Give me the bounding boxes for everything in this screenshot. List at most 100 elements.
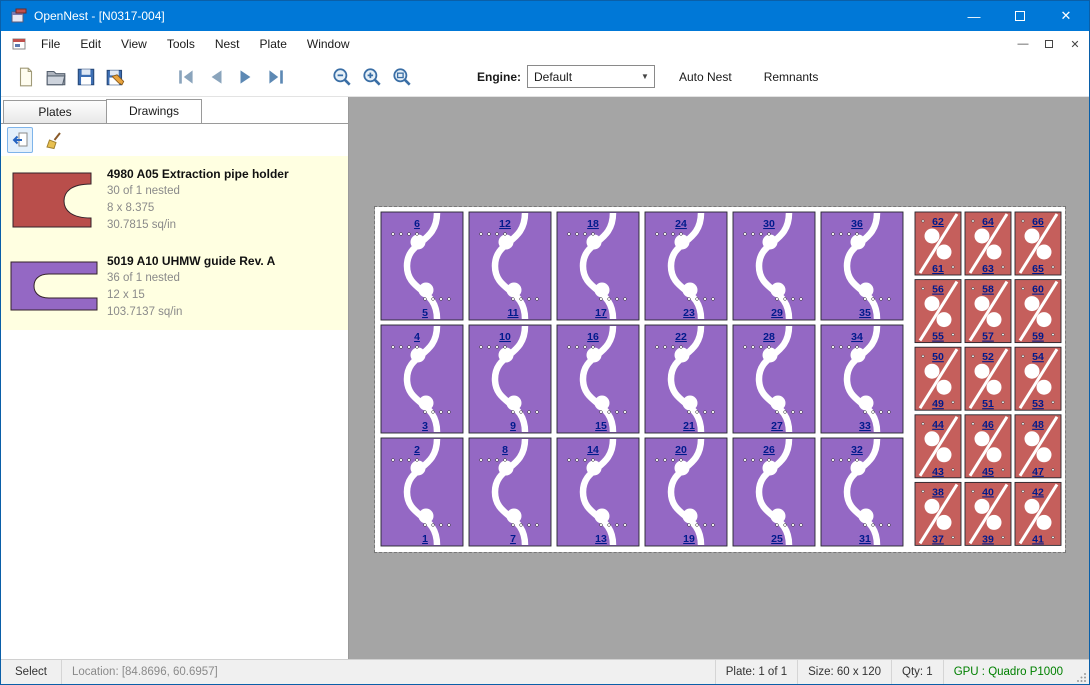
remnants-button[interactable]: Remnants <box>756 66 827 88</box>
nested-part-pair-red[interactable]: 3837 <box>915 482 961 545</box>
drawing-area: 103.7137 sq/in <box>107 304 346 321</box>
last-arrow-icon <box>265 66 287 88</box>
svg-text:5: 5 <box>422 307 428 319</box>
nested-part-pair-red[interactable]: 5049 <box>915 347 961 410</box>
mdi-close-button[interactable]: ✕ <box>1063 34 1087 54</box>
menu-item-tools[interactable]: Tools <box>157 31 205 57</box>
nested-part-pair-purple[interactable]: 3635 <box>821 212 903 320</box>
plate: 6512111817242330293635431091615222128273… <box>375 207 1065 552</box>
svg-text:48: 48 <box>1032 419 1044 431</box>
nested-part-pair-purple[interactable]: 1211 <box>469 212 551 320</box>
save-as-button[interactable] <box>101 62 131 92</box>
svg-text:8: 8 <box>502 444 508 456</box>
svg-text:33: 33 <box>859 420 871 432</box>
zoom-fit-icon <box>391 66 413 88</box>
nested-part-pair-red[interactable]: 4847 <box>1015 415 1061 478</box>
tab-plates[interactable]: Plates <box>3 100 107 123</box>
nested-part-pair-purple[interactable]: 87 <box>469 438 551 546</box>
nested-part-pair-red[interactable]: 5251 <box>965 347 1011 410</box>
nested-part-pair-purple[interactable]: 2625 <box>733 438 815 546</box>
main-toolbar: Engine: Default ▼ Auto Nest Remnants <box>1 57 1089 97</box>
svg-text:7: 7 <box>510 533 516 545</box>
nested-part-pair-red[interactable]: 6463 <box>965 212 1011 275</box>
drawings-tab-page: 4980 A05 Extraction pipe holder30 of 1 n… <box>1 123 348 659</box>
nested-part-pair-purple[interactable]: 1413 <box>557 438 639 546</box>
svg-text:49: 49 <box>932 398 944 410</box>
close-button[interactable]: ✕ <box>1043 1 1089 31</box>
save-icon <box>75 66 97 88</box>
status-gpu: GPU : Quadro P1000 <box>943 660 1073 684</box>
zoom-in-button[interactable] <box>357 62 387 92</box>
engine-select[interactable]: Default ▼ <box>527 65 655 88</box>
nested-part-pair-purple[interactable]: 109 <box>469 325 551 433</box>
svg-text:62: 62 <box>932 216 944 228</box>
drawing-item-0[interactable]: 4980 A05 Extraction pipe holder30 of 1 n… <box>1 156 348 243</box>
svg-text:19: 19 <box>683 533 695 545</box>
save-button[interactable] <box>71 62 101 92</box>
last-plate-button[interactable] <box>261 62 291 92</box>
title-bar[interactable]: OpenNest - [N0317-004] — ✕ <box>1 1 1089 31</box>
nested-part-pair-purple[interactable]: 21 <box>381 438 463 546</box>
main-area: PlatesDrawings <box>1 97 1089 659</box>
drawing-nested-count: 36 of 1 nested <box>107 270 346 287</box>
nested-part-pair-purple[interactable]: 3029 <box>733 212 815 320</box>
svg-text:25: 25 <box>771 533 783 545</box>
menu-item-edit[interactable]: Edit <box>70 31 111 57</box>
nested-part-pair-red[interactable]: 6059 <box>1015 280 1061 343</box>
nested-part-pair-red[interactable]: 4039 <box>965 482 1011 545</box>
svg-text:51: 51 <box>982 398 994 410</box>
drawing-nested-count: 30 of 1 nested <box>107 183 346 200</box>
nested-part-pair-red[interactable]: 4241 <box>1015 482 1061 545</box>
mdi-restore-button[interactable] <box>1037 34 1061 54</box>
menu-item-view[interactable]: View <box>111 31 157 57</box>
maximize-button[interactable] <box>997 1 1043 31</box>
drawing-title: 4980 A05 Extraction pipe holder <box>107 166 346 183</box>
nested-part-pair-purple[interactable]: 2221 <box>645 325 727 433</box>
resize-grip[interactable] <box>1073 660 1089 684</box>
drawing-size: 12 x 15 <box>107 287 346 304</box>
menu-item-nest[interactable]: Nest <box>205 31 250 57</box>
svg-text:21: 21 <box>683 420 695 432</box>
app-icon <box>10 7 28 25</box>
nest-canvas[interactable]: 6512111817242330293635431091615222128273… <box>349 97 1089 659</box>
auto-nest-button[interactable]: Auto Nest <box>671 66 740 88</box>
nested-part-pair-red[interactable]: 6261 <box>915 212 961 275</box>
nested-part-pair-purple[interactable]: 2019 <box>645 438 727 546</box>
status-plate: Plate: 1 of 1 <box>715 660 797 684</box>
zoom-fit-button[interactable] <box>387 62 417 92</box>
open-button[interactable] <box>41 62 71 92</box>
nested-part-pair-red[interactable]: 5453 <box>1015 347 1061 410</box>
svg-text:18: 18 <box>587 218 599 230</box>
minimize-button[interactable]: — <box>951 1 997 31</box>
nested-part-pair-purple[interactable]: 1817 <box>557 212 639 320</box>
drawing-area: 30.7815 sq/in <box>107 217 346 234</box>
nested-part-pair-purple[interactable]: 2423 <box>645 212 727 320</box>
mdi-restore-icon <box>1045 40 1053 48</box>
nested-part-pair-red[interactable]: 5857 <box>965 280 1011 343</box>
nested-part-pair-purple[interactable]: 43 <box>381 325 463 433</box>
drawing-item-1[interactable]: 5019 A10 UHMW guide Rev. A36 of 1 nested… <box>1 243 348 330</box>
previous-plate-button[interactable] <box>201 62 231 92</box>
menu-item-window[interactable]: Window <box>297 31 360 57</box>
send-to-nest-button[interactable] <box>7 127 33 153</box>
clean-button[interactable] <box>41 127 67 153</box>
nested-part-pair-purple[interactable]: 2827 <box>733 325 815 433</box>
nested-part-pair-red[interactable]: 5655 <box>915 280 961 343</box>
menu-item-plate[interactable]: Plate <box>250 31 297 57</box>
nested-part-pair-purple[interactable]: 3231 <box>821 438 903 546</box>
nested-part-pair-purple[interactable]: 3433 <box>821 325 903 433</box>
nested-part-pair-red[interactable]: 4645 <box>965 415 1011 478</box>
zoom-out-button[interactable] <box>327 62 357 92</box>
menu-item-file[interactable]: File <box>31 31 70 57</box>
next-plate-button[interactable] <box>231 62 261 92</box>
plate-svg: 6512111817242330293635431091615222128273… <box>375 207 1065 552</box>
tab-drawings[interactable]: Drawings <box>106 99 202 123</box>
nested-part-pair-purple[interactable]: 65 <box>381 212 463 320</box>
nested-part-pair-red[interactable]: 6665 <box>1015 212 1061 275</box>
svg-text:45: 45 <box>982 466 994 478</box>
first-plate-button[interactable] <box>171 62 201 92</box>
nested-part-pair-purple[interactable]: 1615 <box>557 325 639 433</box>
new-button[interactable] <box>11 62 41 92</box>
nested-part-pair-red[interactable]: 4443 <box>915 415 961 478</box>
mdi-minimize-button[interactable]: — <box>1011 34 1035 54</box>
